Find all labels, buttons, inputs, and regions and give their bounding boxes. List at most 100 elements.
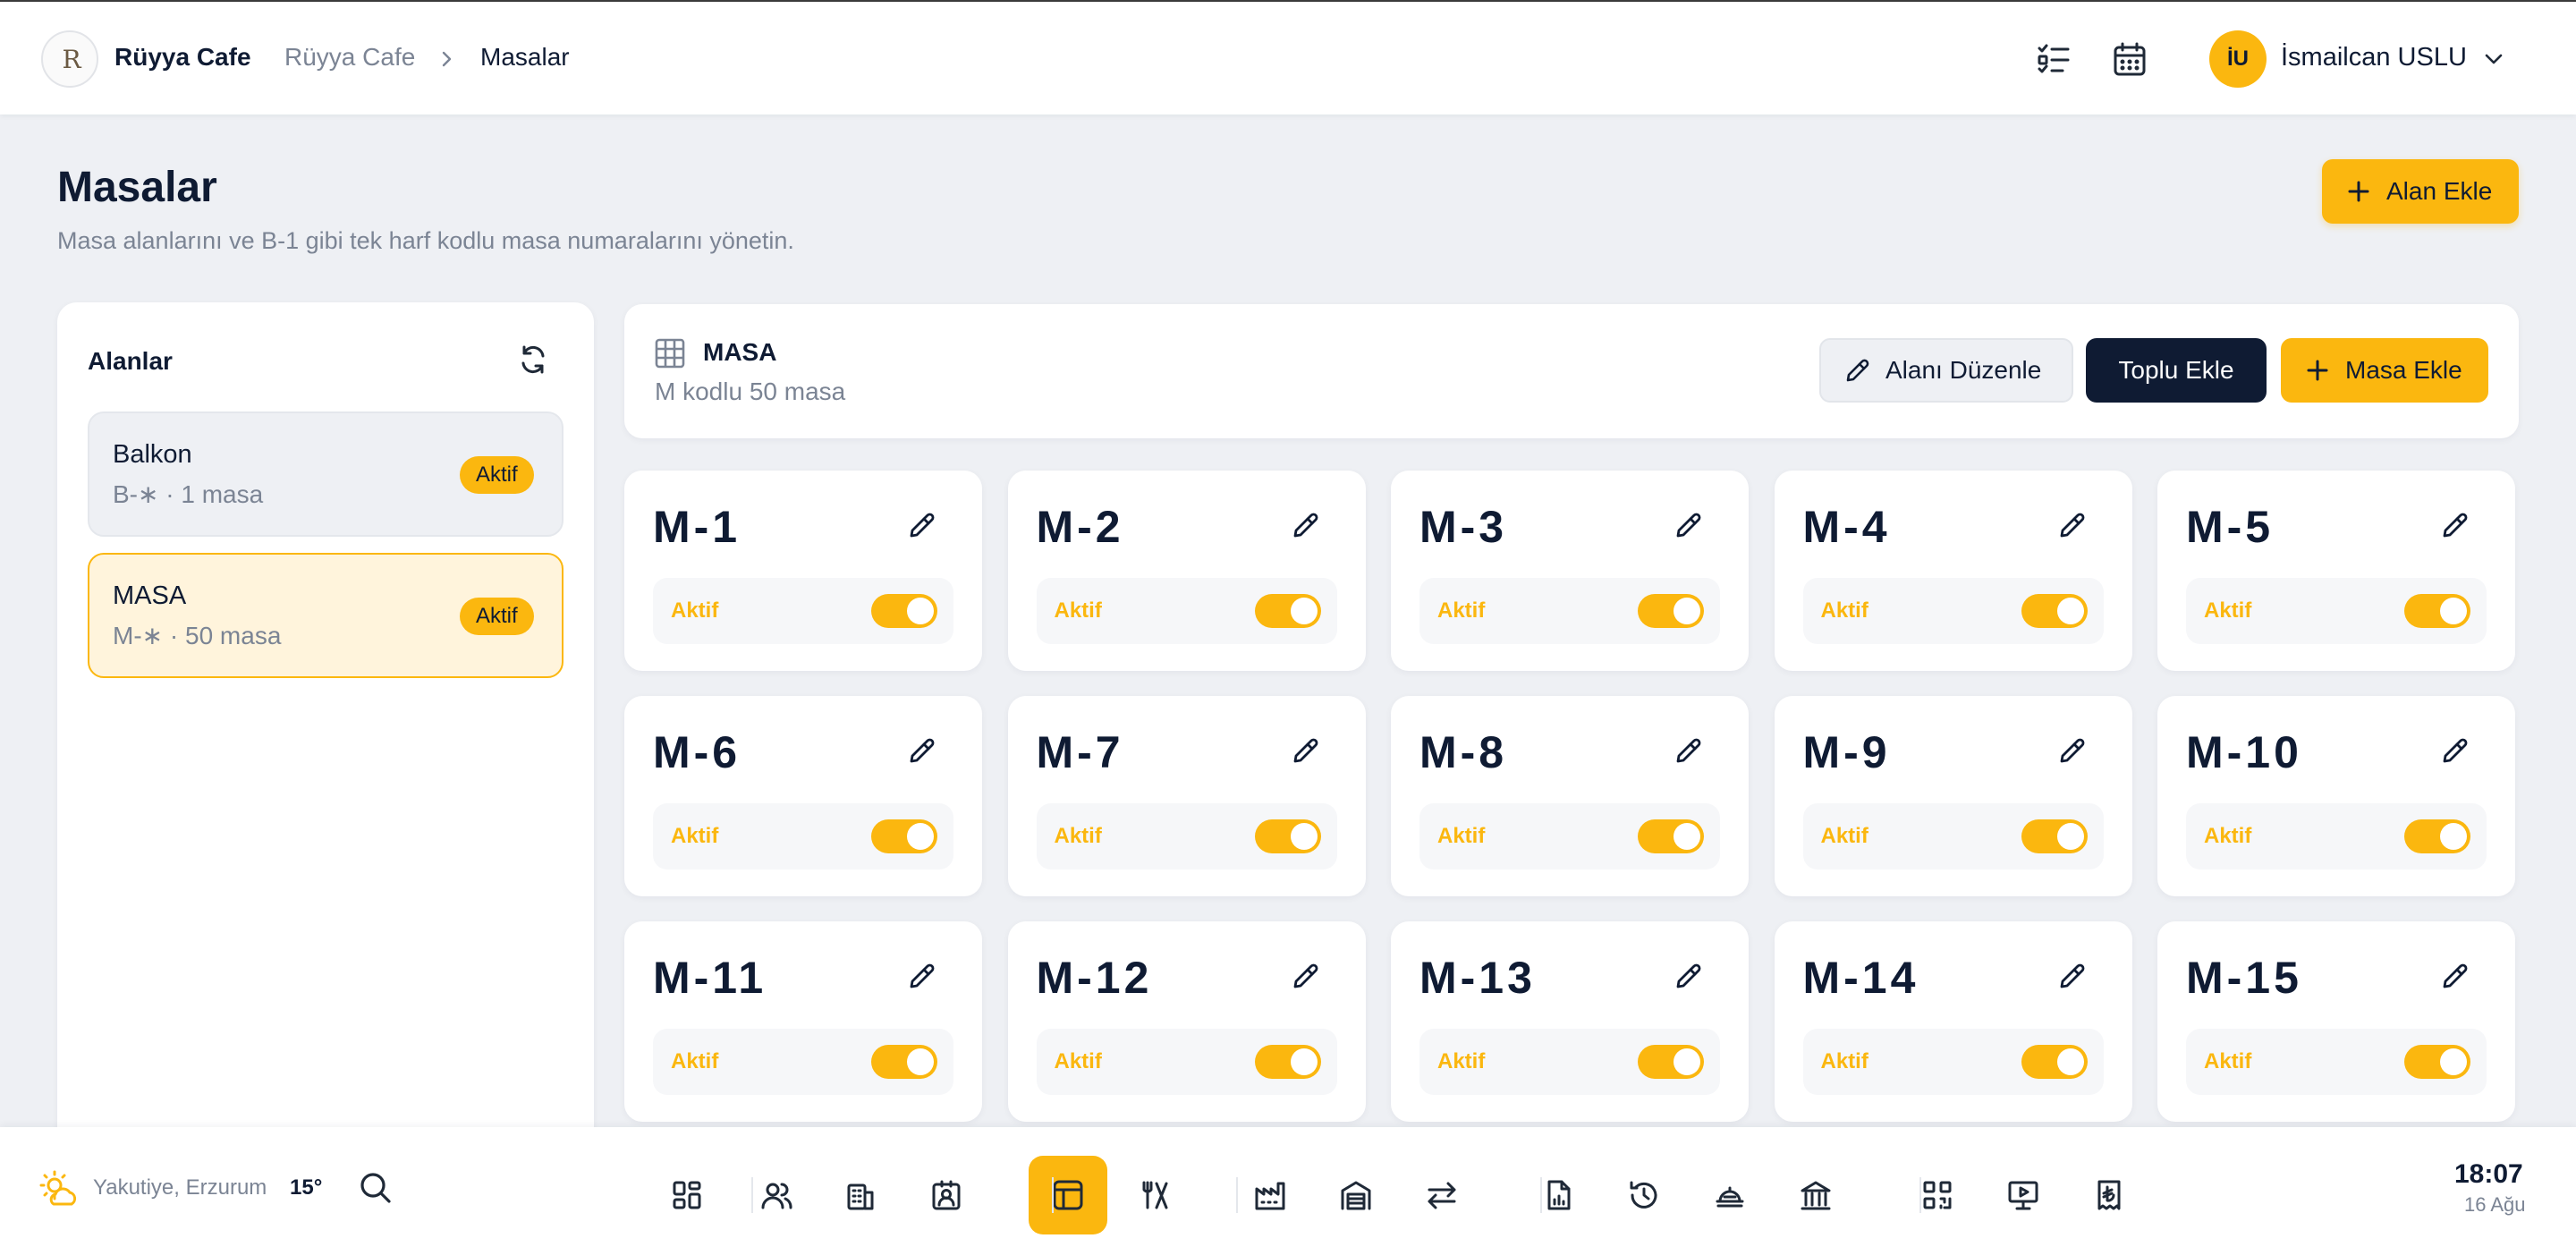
top-header: R Rüyya Cafe Rüyya Cafe Masalar İU İsmai… — [0, 0, 2576, 115]
pencil-icon[interactable] — [1674, 961, 1704, 991]
dashboard-grid-dock-button[interactable] — [648, 1156, 726, 1234]
pencil-icon[interactable] — [1291, 735, 1321, 766]
table-card[interactable]: M-6 Aktif — [624, 696, 982, 896]
table-status-row: Aktif — [1036, 578, 1337, 644]
pencil-icon[interactable] — [1291, 961, 1321, 991]
pencil-icon[interactable] — [2057, 510, 2088, 540]
active-toggle[interactable] — [2021, 1045, 2088, 1079]
active-toggle[interactable] — [871, 594, 937, 628]
active-toggle[interactable] — [1254, 1045, 1321, 1079]
pencil-icon[interactable] — [1291, 510, 1321, 540]
refresh-icon[interactable] — [517, 344, 549, 376]
table-status-label: Aktif — [671, 824, 719, 848]
table-card[interactable]: M-12 Aktif — [1007, 921, 1366, 1122]
transfer-arrows-dock-button[interactable] — [1402, 1156, 1481, 1234]
toggle-knob — [1674, 823, 1700, 850]
active-toggle[interactable] — [2021, 594, 2088, 628]
table-code: M-6 — [653, 727, 741, 777]
active-toggle[interactable] — [2404, 1045, 2470, 1079]
table-card[interactable]: M-8 Aktif — [1391, 696, 1749, 896]
table-status-row: Aktif — [1419, 1029, 1720, 1095]
building-icon — [847, 1183, 874, 1210]
cloche-icon — [1716, 1186, 1744, 1208]
pencil-icon[interactable] — [907, 735, 937, 766]
active-toggle[interactable] — [2021, 819, 2088, 853]
add-table-button[interactable]: Masa Ekle — [2281, 338, 2488, 403]
bottom-dock: Yakutiye, Erzurum 15° 18:07 16 Ağu — [0, 1127, 2576, 1247]
active-toggle[interactable] — [1638, 819, 1704, 853]
table-card[interactable]: M-13 Aktif — [1391, 921, 1749, 1122]
pencil-icon[interactable] — [2440, 961, 2470, 991]
pencil-icon[interactable] — [2057, 735, 2088, 766]
bank-dock-button[interactable] — [1776, 1156, 1855, 1234]
area-item-balkon[interactable]: Balkon B-∗ · 1 masa Aktif — [88, 411, 564, 537]
pencil-icon[interactable] — [2057, 961, 2088, 991]
cloche-dock-button[interactable] — [1690, 1156, 1769, 1234]
utensils-dock-button[interactable] — [1114, 1156, 1193, 1234]
warehouse-dock-button[interactable] — [1317, 1156, 1395, 1234]
table-card[interactable]: M-3 Aktif — [1391, 471, 1749, 671]
factory-dock-button[interactable] — [1231, 1156, 1309, 1234]
active-toggle[interactable] — [1638, 594, 1704, 628]
areas-panel-title: Alanlar — [88, 347, 173, 375]
presentation-dock-button[interactable] — [1984, 1156, 2063, 1234]
clock-time: 18:07 — [2454, 1159, 2523, 1189]
table-card[interactable]: M-10 Aktif — [2157, 696, 2515, 896]
add-area-label: Alan Ekle — [2386, 177, 2493, 205]
lira-receipt-icon — [2097, 1180, 2121, 1210]
pencil-icon[interactable] — [2440, 735, 2470, 766]
user-avatar[interactable]: İU — [2209, 30, 2267, 88]
table-layout-dock-button[interactable] — [1029, 1156, 1107, 1234]
area-item-masa[interactable]: MASA M-∗ · 50 masa Aktif — [88, 553, 564, 678]
search-icon[interactable] — [358, 1170, 394, 1206]
table-card[interactable]: M-4 Aktif — [1774, 471, 2132, 671]
table-card[interactable]: M-5 Aktif — [2157, 471, 2515, 671]
pencil-icon[interactable] — [1674, 735, 1704, 766]
building-dock-button[interactable] — [821, 1156, 900, 1234]
pencil-icon[interactable] — [907, 961, 937, 991]
pencil-icon[interactable] — [2440, 510, 2470, 540]
presentation-icon — [2008, 1181, 2038, 1210]
table-status-label: Aktif — [671, 598, 719, 623]
cafe-logo[interactable]: R — [41, 30, 98, 88]
table-card[interactable]: M-9 Aktif — [1774, 696, 2132, 896]
active-toggle[interactable] — [1254, 594, 1321, 628]
toggle-knob — [2440, 598, 2467, 624]
active-toggle[interactable] — [2404, 594, 2470, 628]
table-status-row: Aktif — [1419, 803, 1720, 870]
bulk-add-button[interactable]: Toplu Ekle — [2086, 338, 2267, 403]
pencil-icon[interactable] — [1674, 510, 1704, 540]
active-toggle[interactable] — [871, 1045, 937, 1079]
users-dock-button[interactable] — [737, 1156, 816, 1234]
table-card[interactable]: M-7 Aktif — [1007, 696, 1366, 896]
qr-code-dock-button[interactable] — [1898, 1156, 1977, 1234]
checklist-icon[interactable] — [2036, 41, 2072, 77]
table-card[interactable]: M-11 Aktif — [624, 921, 982, 1122]
status-badge: Aktif — [460, 598, 534, 635]
toggle-knob — [1290, 823, 1318, 850]
breadcrumb-home[interactable]: Rüyya Cafe — [284, 43, 415, 72]
table-status-label: Aktif — [1054, 598, 1102, 623]
areas-panel: Alanlar Balkon B-∗ · 1 masa Aktif MASA M… — [57, 302, 594, 1247]
pencil-icon[interactable] — [907, 510, 937, 540]
report-file-dock-button[interactable] — [1519, 1156, 1597, 1234]
add-area-button[interactable]: Alan Ekle — [2322, 159, 2519, 224]
table-card[interactable]: M-14 Aktif — [1774, 921, 2132, 1122]
active-toggle[interactable] — [1254, 819, 1321, 853]
active-toggle[interactable] — [2404, 819, 2470, 853]
table-card[interactable]: M-1 Aktif — [624, 471, 982, 671]
user-name[interactable]: İsmailcan USLU — [2281, 43, 2467, 72]
active-toggle[interactable] — [871, 819, 937, 853]
table-card[interactable]: M-15 Aktif — [2157, 921, 2515, 1122]
logo-monogram: R — [62, 44, 80, 74]
history-dock-button[interactable] — [1605, 1156, 1683, 1234]
edit-area-button[interactable]: Alanı Düzenle — [1819, 338, 2073, 403]
chevron-down-icon[interactable] — [2483, 50, 2504, 68]
brand-name[interactable]: Rüyya Cafe — [114, 43, 251, 72]
staff-badge-dock-button[interactable] — [907, 1156, 986, 1234]
table-card[interactable]: M-2 Aktif — [1007, 471, 1366, 671]
calendar-icon[interactable] — [2113, 41, 2147, 77]
active-toggle[interactable] — [1638, 1045, 1704, 1079]
lira-receipt-dock-button[interactable] — [2070, 1156, 2148, 1234]
factory-icon — [1255, 1182, 1285, 1210]
